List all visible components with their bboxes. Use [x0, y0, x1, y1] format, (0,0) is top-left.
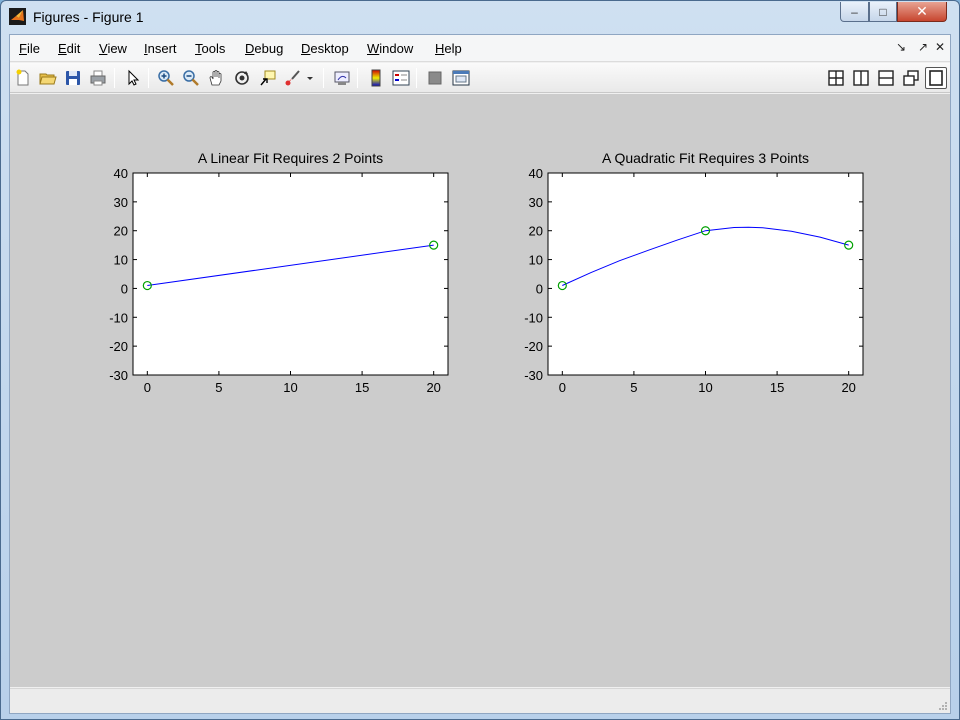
y-tick-label: -30: [109, 368, 128, 383]
menu-help[interactable]: Help: [435, 41, 462, 56]
close-icon: ✕: [916, 3, 928, 19]
toolbar-separator: [114, 68, 115, 88]
pan-hand-icon[interactable]: [205, 67, 227, 89]
y-tick-label: -20: [109, 339, 128, 354]
menu-edit[interactable]: Edit: [58, 41, 80, 56]
x-tick-label: 15: [770, 380, 784, 395]
y-tick-label: 40: [529, 166, 543, 181]
menu-debug[interactable]: Debug: [245, 41, 283, 56]
y-tick-label: 20: [114, 224, 128, 239]
print-icon[interactable]: [87, 67, 109, 89]
x-tick-label: 0: [559, 380, 566, 395]
figure-window: Figures - Figure 1 – □ ✕ File Edit View …: [0, 0, 960, 720]
toolbar-separator: [357, 68, 358, 88]
status-bar: [10, 688, 950, 713]
axes-2: A Quadratic Fit Requires 3 Points 0 5 10 15 2…: [524, 150, 864, 395]
y-tick-label: 30: [114, 195, 128, 210]
dock-arrow-icon[interactable]: ↘: [896, 40, 906, 54]
axes-box: [547, 172, 864, 376]
title-bar[interactable]: Figures - Figure 1 – □ ✕: [1, 1, 959, 33]
y-tick-label: 20: [529, 224, 543, 239]
y-tick-label: 0: [121, 281, 128, 296]
y-tick-label: 10: [114, 253, 128, 268]
close-figure-icon[interactable]: ✕: [935, 40, 945, 54]
insert-colorbar-icon[interactable]: [365, 67, 387, 89]
tile-rows-icon[interactable]: [875, 67, 897, 89]
insert-legend-icon[interactable]: [390, 67, 412, 89]
toolbar-separator: [148, 68, 149, 88]
save-icon[interactable]: [62, 67, 84, 89]
figure-canvas[interactable]: A Linear Fit Requires 2 Points 0 5 10 15 20 40…: [10, 94, 950, 687]
maximize-icon: □: [879, 4, 887, 19]
y-tick-label: 30: [529, 195, 543, 210]
maximize-icon[interactable]: [925, 67, 947, 89]
plots-svg: A Linear Fit Requires 2 Points 0 5 10 15 20 40…: [109, 150, 864, 395]
maximize-button[interactable]: □: [869, 2, 897, 22]
minimize-icon: –: [851, 4, 858, 19]
y-tick-label: -10: [524, 310, 543, 325]
x-tick-label: 15: [355, 380, 369, 395]
open-file-icon[interactable]: [37, 67, 59, 89]
brush-icon[interactable]: [282, 67, 304, 89]
tile-grid-icon[interactable]: [825, 67, 847, 89]
axes-1: A Linear Fit Requires 2 Points 0 5 10 15 20 40…: [109, 150, 449, 395]
axes-box: [132, 172, 449, 376]
toolbar-separator: [323, 68, 324, 88]
window-title: Figures - Figure 1: [33, 9, 144, 25]
x-tick-label: 5: [630, 380, 637, 395]
new-figure-icon[interactable]: [12, 67, 34, 89]
figure-toolbar: [10, 63, 950, 93]
x-tick-label: 5: [215, 380, 222, 395]
menu-window[interactable]: Window: [367, 41, 413, 56]
tile-columns-icon[interactable]: [850, 67, 872, 89]
brush-dropdown-icon[interactable]: [304, 67, 316, 89]
y-tick-label: 10: [529, 253, 543, 268]
hide-plot-tools-icon[interactable]: [424, 67, 446, 89]
menu-desktop[interactable]: Desktop: [301, 41, 349, 56]
x-tick-label: 10: [698, 380, 712, 395]
menu-file[interactable]: File: [19, 41, 40, 56]
y-tick-label: -10: [109, 310, 128, 325]
rotate-3d-icon[interactable]: [231, 67, 253, 89]
menu-insert[interactable]: Insert: [144, 41, 177, 56]
select-arrow-icon[interactable]: [122, 67, 144, 89]
close-button[interactable]: ✕: [897, 2, 947, 22]
show-plot-tools-icon[interactable]: [450, 67, 472, 89]
chart-title: A Linear Fit Requires 2 Points: [198, 150, 383, 166]
float-icon[interactable]: [900, 67, 922, 89]
x-tick-label: 20: [841, 380, 855, 395]
matlab-logo-icon: [9, 8, 26, 25]
menu-tools[interactable]: Tools: [195, 41, 225, 56]
y-tick-label: 40: [114, 166, 128, 181]
x-tick-label: 0: [144, 380, 151, 395]
zoom-in-icon[interactable]: [155, 67, 177, 89]
zoom-out-icon[interactable]: [180, 67, 202, 89]
y-tick-label: 0: [536, 281, 543, 296]
x-tick-label: 10: [283, 380, 297, 395]
minimize-button[interactable]: –: [840, 2, 869, 22]
menu-bar: File Edit View Insert Tools Debug Deskto…: [10, 35, 950, 62]
data-cursor-icon[interactable]: [257, 67, 279, 89]
undock-arrow-icon[interactable]: ↗: [918, 40, 928, 54]
chart-title: A Quadratic Fit Requires 3 Points: [602, 150, 809, 166]
y-tick-label: -20: [524, 339, 543, 354]
x-tick-label: 20: [426, 380, 440, 395]
menu-view[interactable]: View: [99, 41, 127, 56]
link-plot-icon[interactable]: [331, 67, 353, 89]
toolbar-separator: [416, 68, 417, 88]
resize-grip-icon[interactable]: [938, 701, 948, 711]
figure-client-area: File Edit View Insert Tools Debug Deskto…: [9, 34, 951, 714]
y-tick-label: -30: [524, 368, 543, 383]
